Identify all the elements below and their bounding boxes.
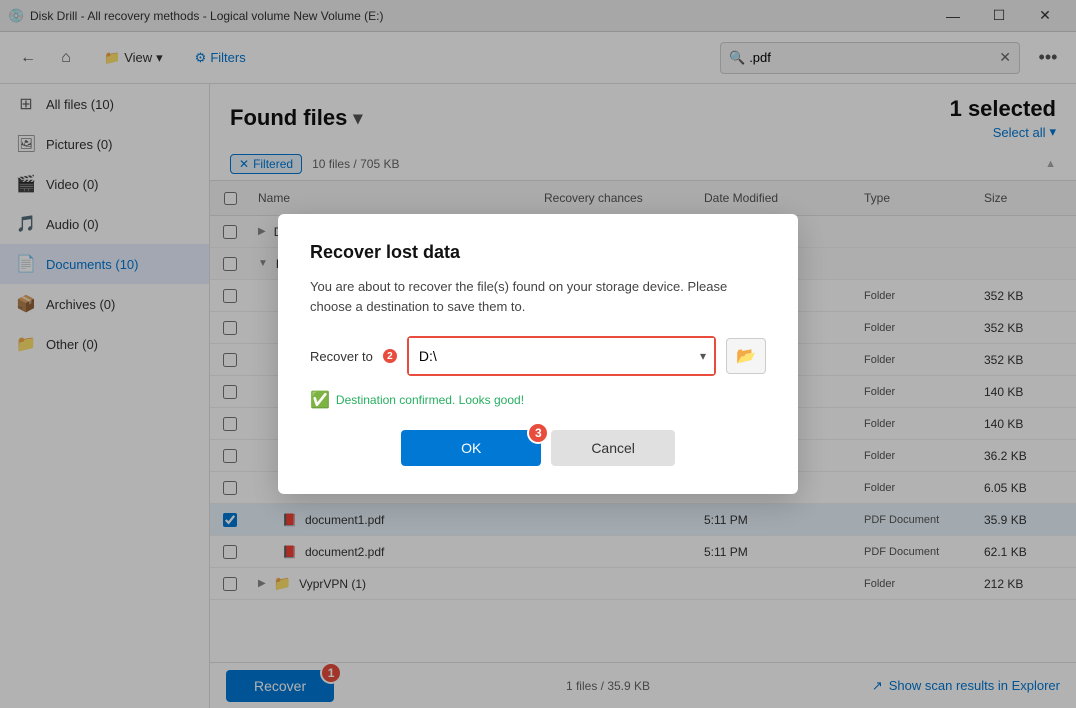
check-circle-icon: ✅ [310,390,330,410]
ok-btn-wrapper: OK 3 [401,430,541,466]
modal-actions: OK 3 Cancel [310,430,766,466]
step-badge-3: 3 [527,422,549,444]
folder-open-icon: 📂 [736,346,756,366]
destination-select-wrapper[interactable]: D:\ C:\ E:\ ▾ [407,336,716,376]
modal-title: Recover lost data [310,242,766,263]
step-badge-2: 2 [383,349,397,363]
recover-to-row: Recover to 2 D:\ C:\ E:\ ▾ 📂 [310,336,766,376]
confirmed-message: ✅ Destination confirmed. Looks good! [310,390,766,410]
browse-button[interactable]: 📂 [726,338,766,374]
modal-overlay: Recover lost data You are about to recov… [0,0,1076,708]
modal-description: You are about to recover the file(s) fou… [310,277,766,316]
destination-select[interactable]: D:\ C:\ E:\ [409,338,714,374]
recover-to-label: Recover to [310,349,373,364]
ok-button[interactable]: OK [401,430,541,466]
recover-dialog: Recover lost data You are about to recov… [278,214,798,494]
cancel-button[interactable]: Cancel [551,430,675,466]
